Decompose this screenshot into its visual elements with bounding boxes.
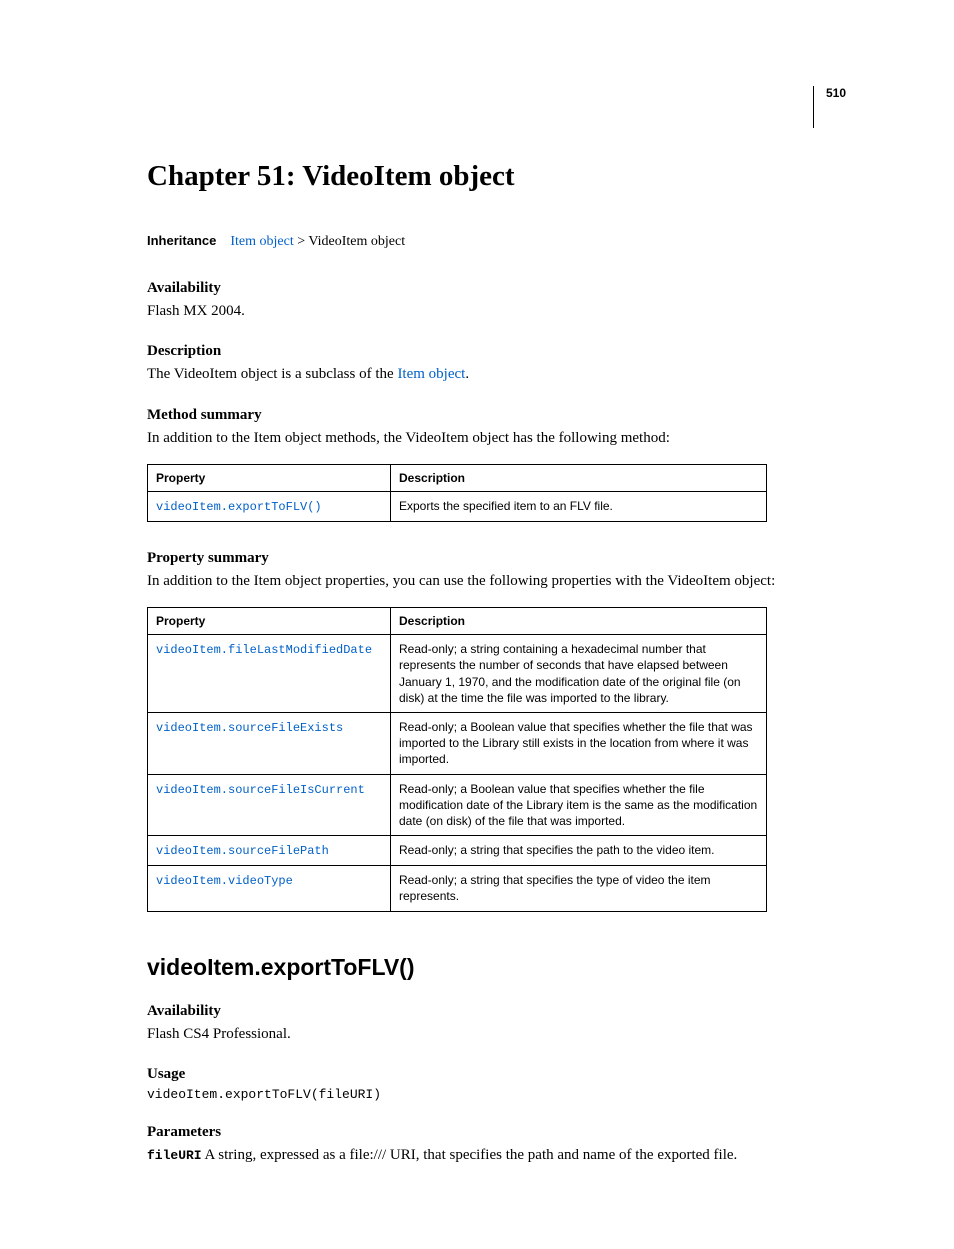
method-parameter-line: fileURI A string, expressed as a file://… (147, 1145, 846, 1165)
table-row: videoItem.exportToFLV() Exports the spec… (148, 491, 767, 521)
table-row: videoItem.videoType Read-only; a string … (148, 866, 767, 911)
property-link[interactable]: videoItem.videoType (156, 874, 293, 888)
inheritance-link[interactable]: Item object (230, 234, 293, 249)
method-summary-table: Property Description videoItem.exportToF… (147, 464, 767, 522)
method-usage-heading: Usage (147, 1066, 846, 1083)
param-name: fileURI (147, 1148, 202, 1163)
method-summary-heading: Method summary (147, 407, 846, 424)
property-summary-heading: Property summary (147, 550, 846, 567)
property-desc: Read-only; a Boolean value that specifie… (391, 712, 767, 774)
method-availability-text: Flash CS4 Professional. (147, 1024, 846, 1044)
description-text: The VideoItem object is a subclass of th… (147, 364, 846, 384)
table-row: videoItem.fileLastModifiedDate Read-only… (148, 635, 767, 713)
table-row: videoItem.sourceFileIsCurrent Read-only;… (148, 774, 767, 836)
method-parameters-heading: Parameters (147, 1124, 846, 1141)
property-desc: Read-only; a Boolean value that specifie… (391, 774, 767, 836)
description-link[interactable]: Item object (397, 366, 465, 382)
property-desc: Read-only; a string containing a hexadec… (391, 635, 767, 713)
method-usage-code: videoItem.exportToFLV(fileURI) (147, 1087, 846, 1102)
method-table-header-description: Description (391, 464, 767, 491)
property-link[interactable]: videoItem.sourceFileIsCurrent (156, 783, 365, 797)
table-row: videoItem.sourceFileExists Read-only; a … (148, 712, 767, 774)
method-desc: Exports the specified item to an FLV fil… (391, 491, 767, 521)
inheritance-line: Inheritance Item object > VideoItem obje… (147, 233, 846, 250)
method-summary-intro: In addition to the Item object methods, … (147, 428, 846, 448)
availability-text: Flash MX 2004. (147, 301, 846, 321)
property-desc: Read-only; a string that specifies the p… (391, 836, 767, 866)
method-detail-title: videoItem.exportToFLV() (147, 954, 846, 981)
description-heading: Description (147, 343, 846, 360)
property-link[interactable]: videoItem.fileLastModifiedDate (156, 643, 372, 657)
property-summary-intro: In addition to the Item object propertie… (147, 571, 846, 591)
property-summary-table: Property Description videoItem.fileLastM… (147, 607, 767, 911)
method-availability-heading: Availability (147, 1003, 846, 1020)
property-link[interactable]: videoItem.sourceFilePath (156, 844, 329, 858)
table-row: videoItem.sourceFilePath Read-only; a st… (148, 836, 767, 866)
param-text: A string, expressed as a file:/// URI, t… (202, 1147, 738, 1163)
inheritance-label: Inheritance (147, 233, 216, 248)
property-table-header-description: Description (391, 608, 767, 635)
chapter-title: Chapter 51: VideoItem object (147, 160, 846, 193)
method-table-header-property: Property (148, 464, 391, 491)
property-link[interactable]: videoItem.sourceFileExists (156, 721, 343, 735)
availability-heading: Availability (147, 280, 846, 297)
inheritance-suffix: > VideoItem object (294, 234, 405, 249)
description-suffix: . (465, 366, 469, 382)
page-number: 510 (813, 86, 846, 128)
property-table-header-property: Property (148, 608, 391, 635)
method-link[interactable]: videoItem.exportToFLV() (156, 500, 322, 514)
property-desc: Read-only; a string that specifies the t… (391, 866, 767, 911)
description-prefix: The VideoItem object is a subclass of th… (147, 366, 397, 382)
